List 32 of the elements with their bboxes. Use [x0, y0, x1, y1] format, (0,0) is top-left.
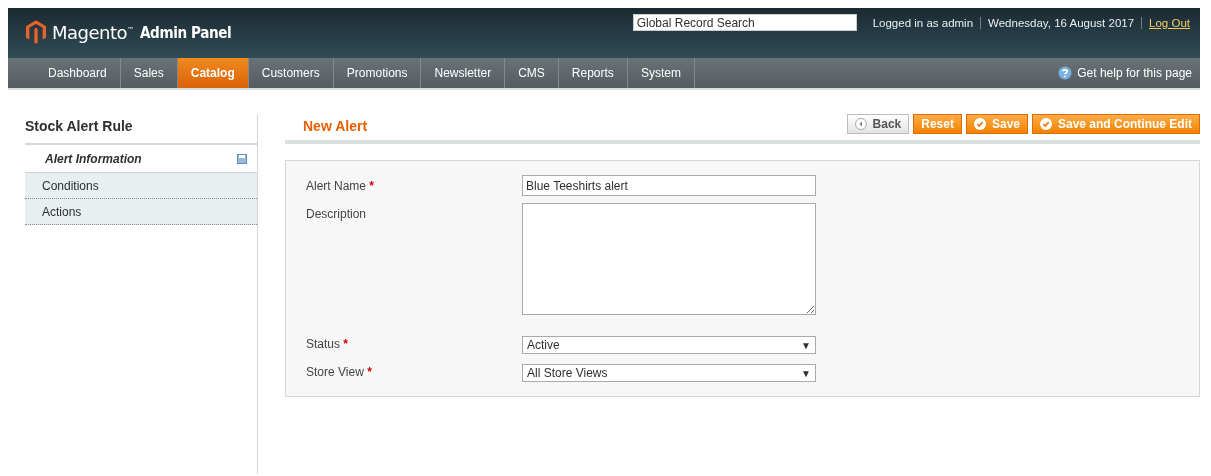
- logo-icon: [26, 20, 46, 44]
- nav-tab[interactable]: Dashboard: [35, 58, 121, 88]
- help-icon: [1058, 66, 1073, 80]
- checkmark-icon: [1040, 118, 1052, 130]
- field-label: Description: [306, 206, 368, 221]
- back-button[interactable]: Back: [846, 114, 910, 134]
- sidebar-tab[interactable]: Conditions: [25, 173, 257, 199]
- user-info: Logged in as admin: [872, 16, 974, 29]
- date-text: Wednesday, 16 August 2017: [988, 16, 1135, 29]
- help-link[interactable]: Get help for this page: [1058, 58, 1200, 88]
- checkmark-icon: [973, 118, 986, 130]
- input-field[interactable]: Blue Teeshirts alert: [522, 175, 816, 196]
- nav-tab[interactable]: Promotions: [333, 58, 422, 88]
- nav-tab[interactable]: Sales: [120, 58, 178, 88]
- field-label: Alert Name *: [306, 178, 376, 193]
- field-label: Store View *: [306, 364, 373, 379]
- search-field[interactable]: Global Record Search: [632, 14, 857, 31]
- nav-tab[interactable]: System: [627, 58, 695, 88]
- sidebar-tab[interactable]: Actions: [25, 199, 257, 225]
- select-dropdown[interactable]: All Store Views ▼: [522, 364, 816, 382]
- nav-tab[interactable]: Catalog: [177, 58, 249, 88]
- logo-subtitle: Admin Panel: [139, 22, 231, 42]
- nav-tab[interactable]: Newsletter: [421, 58, 506, 88]
- nav-tab[interactable]: CMS: [505, 58, 559, 88]
- nav-tab[interactable]: Customers: [248, 58, 334, 88]
- page-title: New Alert: [302, 118, 368, 134]
- nav-tab[interactable]: Reports: [558, 58, 628, 88]
- logout-link[interactable]: Log Out: [1149, 16, 1190, 29]
- textarea-field[interactable]: [522, 203, 816, 315]
- logo-text: Magento$^{™}$: [52, 21, 134, 43]
- select-dropdown[interactable]: Active ▼: [522, 336, 816, 354]
- field-label: Status *: [306, 336, 350, 351]
